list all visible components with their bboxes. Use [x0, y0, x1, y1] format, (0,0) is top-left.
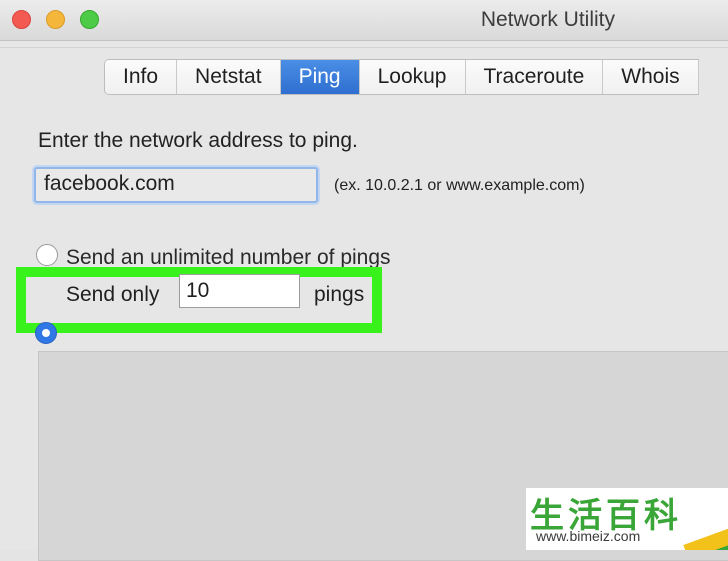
- address-prompt: Enter the network address to ping.: [38, 129, 358, 152]
- tab-traceroute[interactable]: Traceroute: [465, 60, 604, 94]
- ping-count-input[interactable]: 10: [179, 274, 300, 308]
- radio-selected-dot: [42, 329, 50, 337]
- send-only-label: Send only: [66, 283, 160, 306]
- window-title: Network Utility: [480, 8, 615, 31]
- tab-ping[interactable]: Ping: [280, 60, 360, 94]
- window-content: Info Netstat Ping Lookup Traceroute Whoi…: [0, 41, 728, 561]
- watermark: 生活百科 www.bimeiz.com: [526, 488, 728, 550]
- watermark-url: www.bimeiz.com: [536, 528, 641, 544]
- address-hint: (ex. 10.0.2.1 or www.example.com): [334, 177, 585, 194]
- title-bar: Network Utility: [0, 0, 728, 41]
- pings-label: pings: [314, 283, 365, 306]
- watermark-stripe: [683, 524, 728, 550]
- tab-netstat[interactable]: Netstat: [177, 60, 281, 94]
- divider: [0, 47, 728, 48]
- tab-info[interactable]: Info: [105, 60, 178, 94]
- address-input[interactable]: facebook.com: [34, 167, 318, 203]
- send-only-radio[interactable]: [35, 322, 57, 344]
- tab-bar: Info Netstat Ping Lookup Traceroute Whoi…: [104, 59, 699, 95]
- tab-lookup[interactable]: Lookup: [359, 60, 466, 94]
- unlimited-pings-radio[interactable]: [36, 244, 58, 266]
- tab-whois[interactable]: Whois: [603, 60, 699, 94]
